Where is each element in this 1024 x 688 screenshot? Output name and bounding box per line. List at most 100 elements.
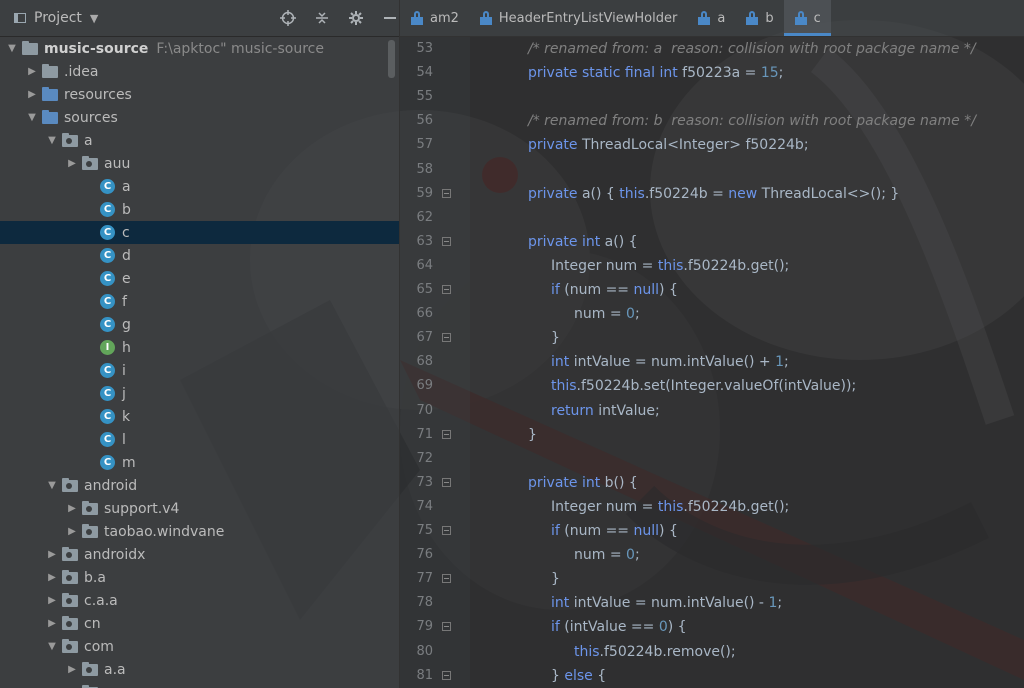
tree-item[interactable]: Cf xyxy=(0,290,399,313)
expand-right-icon[interactable]: ▶ xyxy=(66,503,78,514)
code-token: 0 xyxy=(626,547,635,564)
code-line[interactable]: 70 return intValue; xyxy=(416,399,1024,423)
expand-right-icon[interactable]: ▶ xyxy=(46,618,58,629)
tree-item-label: androidx xyxy=(84,546,146,563)
tree-item[interactable]: Cm xyxy=(0,451,399,474)
code-line[interactable]: 53 /* renamed from: a reason: collision w… xyxy=(416,37,1024,61)
project-panel-title[interactable]: Project xyxy=(34,10,82,26)
editor-tab[interactable]: HeaderEntryListViewHolder xyxy=(469,0,687,36)
editor-tab[interactable]: b xyxy=(735,0,783,36)
editor-tab[interactable]: a xyxy=(687,0,735,36)
expand-right-icon[interactable]: ▶ xyxy=(26,89,38,100)
code-line[interactable]: 72 xyxy=(416,447,1024,471)
code-token: (num == xyxy=(564,282,634,298)
code-line[interactable]: 73 private int b() { xyxy=(416,471,1024,495)
code-line[interactable]: 57 private ThreadLocal<Integer> f50224b; xyxy=(416,133,1024,157)
code-line[interactable]: 75 if (num == null) { xyxy=(416,519,1024,543)
tree-item[interactable]: ▶ support.v4 xyxy=(0,497,399,520)
code-line[interactable]: 66 num = 0; xyxy=(416,302,1024,326)
expand-right-icon[interactable]: ▶ xyxy=(66,664,78,675)
code-line[interactable]: 69 this.f50224b.set(Integer.valueOf(intVa… xyxy=(416,374,1024,398)
code-line[interactable]: 80 this.f50224b.remove(); xyxy=(416,640,1024,664)
code-line[interactable]: 63 private int a() { xyxy=(416,230,1024,254)
expand-right-icon[interactable]: ▶ xyxy=(26,66,38,77)
tree-item-label: support.v4 xyxy=(104,500,180,517)
tree-item[interactable]: Cg xyxy=(0,313,399,336)
expand-down-icon[interactable]: ▼ xyxy=(46,480,58,491)
tree-item[interactable]: ▼ music-source F:\apktoc" music-source xyxy=(0,37,399,60)
fold-marker-icon[interactable] xyxy=(442,333,451,343)
line-number: 55 xyxy=(416,89,433,105)
code-line[interactable]: 78 int intValue = num.intValue() - 1; xyxy=(416,591,1024,615)
code-line[interactable]: 59 private a() { this.f50224b = new Threa… xyxy=(416,182,1024,206)
expand-right-icon[interactable]: ▶ xyxy=(66,158,78,169)
gear-icon[interactable] xyxy=(346,8,366,28)
code-line[interactable]: 74 Integer num = this.f50224b.get(); xyxy=(416,495,1024,519)
tree-item[interactable]: ▼ sources xyxy=(0,106,399,129)
expand-down-icon[interactable]: ▼ xyxy=(26,112,38,123)
fold-marker-icon[interactable] xyxy=(442,574,451,584)
crosshair-icon[interactable] xyxy=(278,8,298,28)
code-line[interactable]: 67} xyxy=(416,326,1024,350)
expand-down-icon[interactable]: ▼ xyxy=(6,43,18,54)
expand-right-icon[interactable]: ▶ xyxy=(46,572,58,583)
collapse-icon[interactable] xyxy=(312,8,332,28)
fold-marker-icon[interactable] xyxy=(442,188,451,198)
package-icon xyxy=(82,661,98,676)
tree-item[interactable]: ▶ androidx xyxy=(0,543,399,566)
code-line[interactable]: 76 num = 0; xyxy=(416,543,1024,567)
code-line[interactable]: 65 if (num == null) { xyxy=(416,278,1024,302)
tree-item[interactable]: ▶ .idea xyxy=(0,60,399,83)
fold-marker-icon[interactable] xyxy=(442,670,451,680)
tree-item[interactable]: ▶ b.a xyxy=(0,566,399,589)
code-line[interactable]: 79 if (intValue == 0) { xyxy=(416,615,1024,639)
tree-scrollbar[interactable] xyxy=(388,40,395,78)
tree-item[interactable]: ▶ auu xyxy=(0,152,399,175)
code-view[interactable]: 53 /* renamed from: a reason: collision w… xyxy=(416,37,1024,688)
tree-item[interactable]: Cb xyxy=(0,198,399,221)
tree-item[interactable]: ▼ android xyxy=(0,474,399,497)
fold-marker-icon[interactable] xyxy=(442,526,451,535)
editor-tab[interactable]: c xyxy=(783,0,831,36)
fold-marker-icon[interactable] xyxy=(442,285,451,294)
tree-item[interactable]: Cj xyxy=(0,382,399,405)
tree-item[interactable]: ▼ a xyxy=(0,129,399,152)
chevron-down-icon[interactable]: ▼ xyxy=(90,12,98,25)
tree-item[interactable]: ▶ xyxy=(0,681,399,688)
tree-item[interactable]: Ce xyxy=(0,267,399,290)
tree-item[interactable]: Ci xyxy=(0,359,399,382)
fold-marker-icon[interactable] xyxy=(442,429,451,439)
fold-marker-icon[interactable] xyxy=(442,477,451,487)
tree-item[interactable]: Cl xyxy=(0,428,399,451)
expand-right-icon[interactable]: ▶ xyxy=(66,526,78,537)
tree-item[interactable]: ▶ taobao.windvane xyxy=(0,520,399,543)
editor-tab[interactable]: am2 xyxy=(400,0,469,36)
tree-item[interactable]: ▼ com xyxy=(0,635,399,658)
code-line[interactable]: 71} xyxy=(416,423,1024,447)
code-line[interactable]: 64 Integer num = this.f50224b.get(); xyxy=(416,254,1024,278)
tree-item[interactable]: Ck xyxy=(0,405,399,428)
fold-marker-icon[interactable] xyxy=(442,622,451,632)
tree-item[interactable]: ▶ c.a.a xyxy=(0,589,399,612)
tree-item[interactable]: ▶ a.a xyxy=(0,658,399,681)
code-line[interactable]: 68 int intValue = num.intValue() + 1; xyxy=(416,350,1024,374)
fold-marker-icon[interactable] xyxy=(442,236,451,246)
minimize-icon[interactable] xyxy=(380,8,399,28)
code-line[interactable]: 54 private static final int f50223a = 15; xyxy=(416,61,1024,85)
code-line[interactable]: 81} else { xyxy=(416,664,1024,688)
tree-item[interactable]: ▶ cn xyxy=(0,612,399,635)
expand-right-icon[interactable]: ▶ xyxy=(46,595,58,606)
expand-right-icon[interactable]: ▶ xyxy=(46,549,58,560)
code-line[interactable]: 58 xyxy=(416,158,1024,182)
tree-item[interactable]: Ih xyxy=(0,336,399,359)
tree-item[interactable]: Ca xyxy=(0,175,399,198)
expand-down-icon[interactable]: ▼ xyxy=(46,641,58,652)
tree-item[interactable]: Cd xyxy=(0,244,399,267)
code-line[interactable]: 56 /* renamed from: b reason: collision w… xyxy=(416,109,1024,133)
code-line[interactable]: 62 xyxy=(416,206,1024,230)
tree-item[interactable]: ▶ resources xyxy=(0,83,399,106)
code-line[interactable]: 55 xyxy=(416,85,1024,109)
expand-down-icon[interactable]: ▼ xyxy=(46,135,58,146)
tree-item[interactable]: Cc xyxy=(0,221,399,244)
code-line[interactable]: 77} xyxy=(416,567,1024,591)
